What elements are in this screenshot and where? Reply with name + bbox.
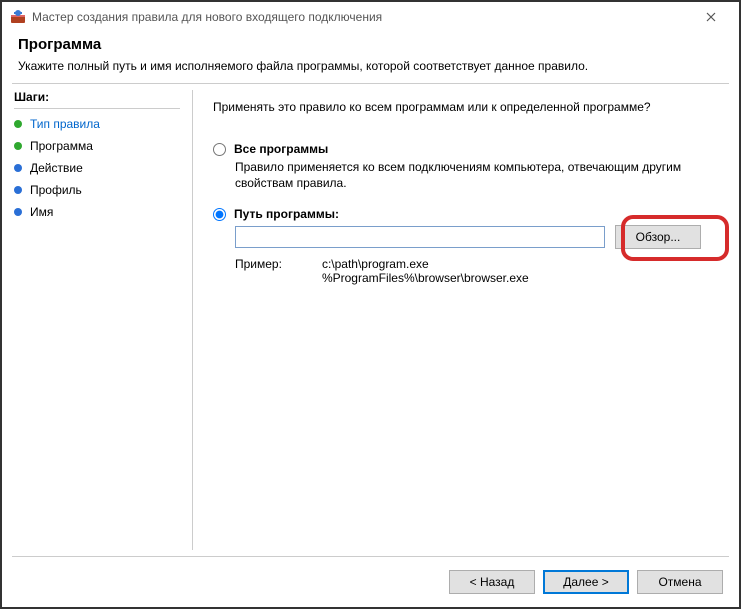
radio-all-label: Все программы — [234, 142, 328, 156]
content-area: Применять это правило ко всем программам… — [193, 84, 739, 556]
back-button[interactable]: < Назад — [449, 570, 535, 594]
divider — [14, 108, 180, 109]
header: Программа Укажите полный путь и имя испо… — [2, 32, 739, 83]
next-button[interactable]: Далее > — [543, 570, 629, 594]
bullet-icon — [14, 208, 22, 216]
page-subtitle: Укажите полный путь и имя исполняемого ф… — [18, 59, 723, 73]
example-label: Пример: — [235, 257, 282, 285]
bullet-icon — [14, 164, 22, 172]
steps-title: Шаги: — [14, 90, 180, 104]
step-name[interactable]: Имя — [14, 201, 180, 223]
program-path-input[interactable] — [235, 226, 605, 248]
radio-all-programs[interactable]: Все программы — [213, 142, 719, 156]
window-title: Мастер создания правила для нового входя… — [32, 10, 691, 24]
step-program[interactable]: Программа — [14, 135, 180, 157]
step-action[interactable]: Действие — [14, 157, 180, 179]
step-label: Программа — [30, 139, 93, 153]
example-lines: c:\path\program.exe %ProgramFiles%\brows… — [322, 257, 529, 285]
step-label: Профиль — [30, 183, 82, 197]
page-title: Программа — [18, 36, 723, 53]
radio-program-path[interactable]: Путь программы: — [213, 207, 719, 221]
bullet-icon — [14, 186, 22, 194]
titlebar: Мастер создания правила для нового входя… — [2, 2, 739, 32]
step-rule-type[interactable]: Тип правила — [14, 113, 180, 135]
radio-path-input[interactable] — [213, 208, 226, 221]
radio-all-input[interactable] — [213, 143, 226, 156]
steps-sidebar: Шаги: Тип правила Программа Действие Про… — [2, 84, 192, 556]
firewall-icon — [10, 9, 26, 25]
step-label: Тип правила — [30, 117, 100, 131]
radio-all-desc: Правило применяется ко всем подключениям… — [235, 160, 695, 191]
close-button[interactable] — [691, 3, 731, 31]
wizard-window: Мастер создания правила для нового входя… — [0, 0, 741, 609]
footer: < Назад Далее > Отмена — [2, 557, 739, 607]
bullet-icon — [14, 120, 22, 128]
cancel-button[interactable]: Отмена — [637, 570, 723, 594]
bullet-icon — [14, 142, 22, 150]
step-label: Имя — [30, 205, 53, 219]
radio-path-label: Путь программы: — [234, 207, 339, 221]
step-label: Действие — [30, 161, 83, 175]
step-profile[interactable]: Профиль — [14, 179, 180, 201]
question-text: Применять это правило ко всем программам… — [213, 100, 719, 114]
browse-button[interactable]: Обзор... — [615, 225, 701, 249]
